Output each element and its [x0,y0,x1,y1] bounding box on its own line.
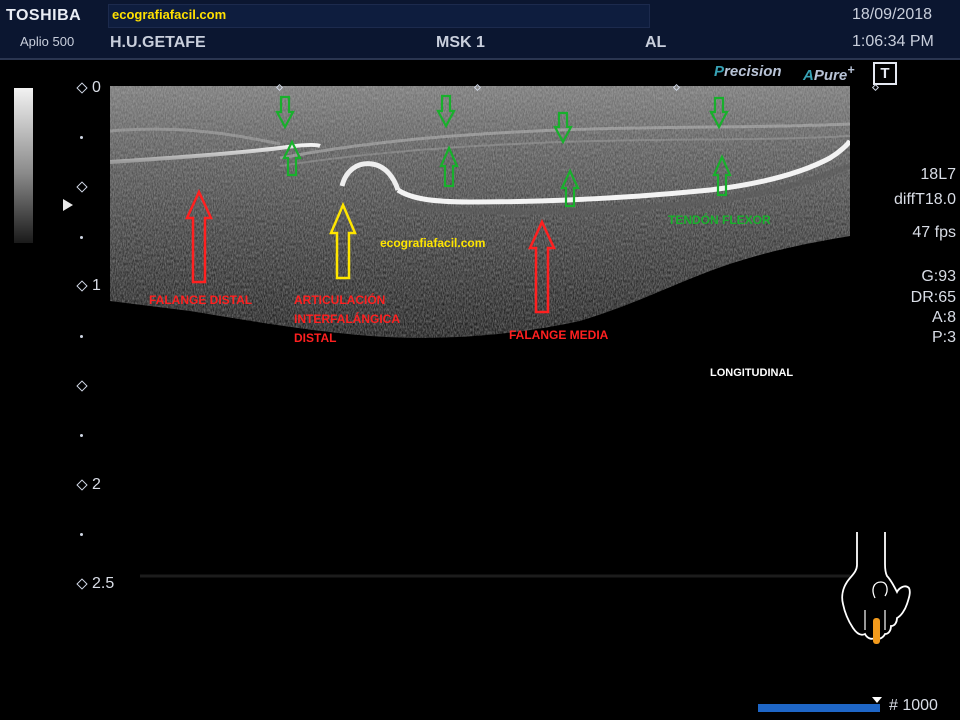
label-articulacion-line3: DISTAL [294,331,337,345]
red-arrow-icon [528,219,556,314]
yellow-arrow-icon [329,201,357,280]
red-arrow-icon [185,189,213,284]
green-arrow-up-icon [712,154,732,197]
thumb-crease [872,581,888,599]
green-arrow-down-icon [709,96,729,130]
cine-frame-bar[interactable] [758,704,880,712]
green-arrow-down-icon [553,111,573,145]
label-articulacion-line2: INTERFALÁNGICA [294,312,400,326]
green-arrow-down-icon [275,95,295,130]
label-tendon-flexor: TENDÓN FLEXOR [668,213,771,227]
label-falange-distal: FALANGE DISTAL [149,293,253,307]
green-arrow-up-icon [439,145,459,188]
label-falange-media: FALANGE MEDIA [509,328,609,342]
frame-counter: # 1000 [889,697,938,714]
green-arrow-up-icon [282,139,302,177]
green-arrow-up-icon [560,168,580,208]
watermark-image: ecografiafacil.com [380,236,486,250]
cine-position-marker-icon[interactable] [872,697,882,703]
label-articulacion-line1: ARTICULACIÓN [294,293,386,307]
label-view-longitudinal: LONGITUDINAL [710,367,794,379]
hand-body-marker-icon [841,532,911,644]
probe-position-marker [873,618,880,644]
ultrasound-screen: TOSHIBA Aplio 500 ecografiafacil.com H.U… [0,0,960,720]
green-arrow-down-icon [436,94,456,129]
annotation-arrows [185,94,732,314]
